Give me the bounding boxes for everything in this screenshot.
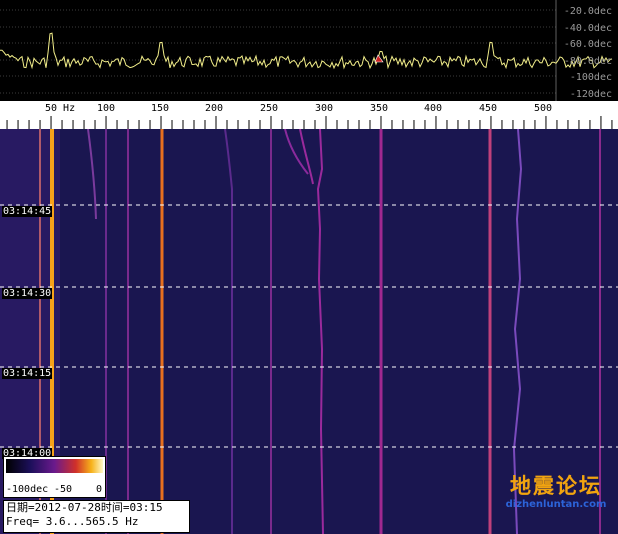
freq-label: 300 <box>315 103 333 114</box>
db-label: -20.0dec <box>564 6 612 17</box>
freq-label: 50 Hz <box>45 103 75 114</box>
freq-label: 450 <box>479 103 497 114</box>
frequency-scale: 50 Hz 100 150 200 250 300 350 400 450 50… <box>0 101 618 129</box>
time-label: 03:14:30 <box>2 288 53 299</box>
spectrum-analyzer-window: -20.0dec -40.0dec -60.0dec -80.0dec -100… <box>0 0 618 534</box>
freq-label: 500 <box>534 103 552 114</box>
freq-label: 100 <box>97 103 115 114</box>
watermark-url: dizhenluntan.com <box>505 499 607 510</box>
legend-label-mid: -50 <box>54 484 73 495</box>
freq-label: 150 <box>151 103 169 114</box>
freq-label: 200 <box>205 103 223 114</box>
legend-label-max: 0 <box>96 484 103 495</box>
info-box: 日期=2012-07-28时间=03:15 Freq= 3.6...565.5 … <box>3 500 190 533</box>
db-label: -120dec <box>570 89 612 100</box>
db-label: -60.0dec <box>564 39 612 50</box>
spectrum-plot: -20.0dec -40.0dec -60.0dec -80.0dec -100… <box>0 0 618 101</box>
freq-label: 400 <box>424 103 442 114</box>
spectrum-background <box>0 0 618 101</box>
legend-label-min: -100dec <box>6 484 49 495</box>
db-label: -40.0dec <box>564 23 612 34</box>
db-label: -100dec <box>570 72 612 83</box>
freq-label: 350 <box>370 103 388 114</box>
db-label: -80.0dec <box>564 56 612 67</box>
time-label: 03:14:45 <box>2 206 53 217</box>
watermark-title: 地震论坛 <box>510 473 602 498</box>
date-time-readout: 日期=2012-07-28时间=03:15 <box>6 501 163 514</box>
watermark-logo: 地震论坛 dizhenluntan.com <box>502 474 610 512</box>
color-gradient-bar <box>6 459 103 473</box>
frequency-range-readout: Freq= 3.6...565.5 Hz <box>6 515 139 528</box>
time-label: 03:14:15 <box>2 368 53 379</box>
scale-background <box>0 101 618 129</box>
freq-label: 250 <box>260 103 278 114</box>
color-scale-legend: -100dec -50 0 <box>3 456 106 498</box>
